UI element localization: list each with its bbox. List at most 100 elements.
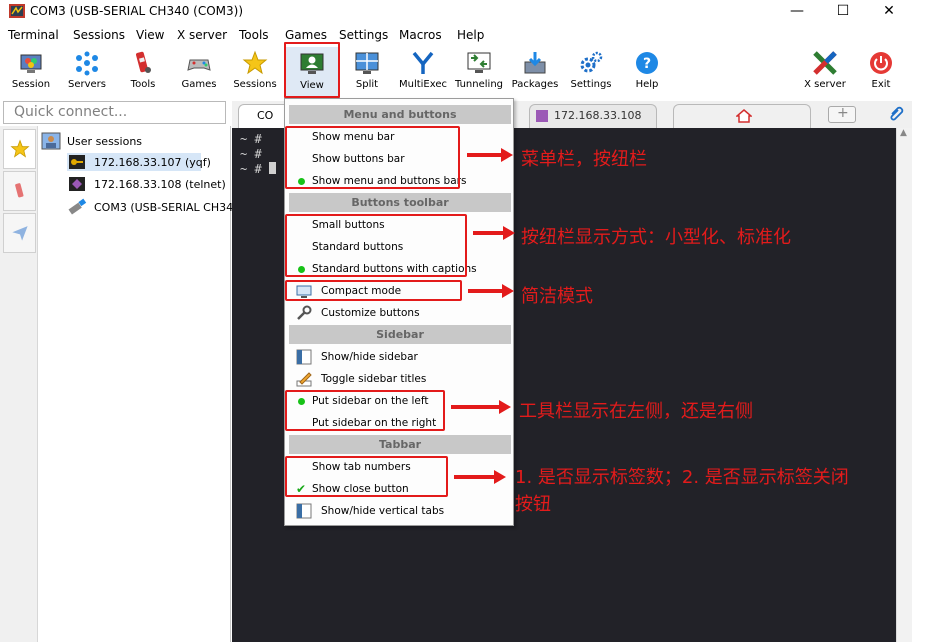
highlight-box-toolbar-style — [285, 214, 467, 277]
menu-item-show-hide-vertical-tabs[interactable]: Show/hide vertical tabs — [285, 500, 513, 522]
terminal-line: ~ # — [240, 147, 262, 161]
sidebar-tab-sessions[interactable] — [3, 129, 36, 169]
tools-button[interactable]: Tools — [115, 46, 171, 98]
scroll-up-icon[interactable]: ▲ — [900, 128, 907, 138]
annotation-toolbar-style: 按纽栏显示方式：小型化、标准化 — [521, 227, 791, 248]
highlight-box-sidebar-position — [285, 390, 445, 431]
tunneling-button[interactable]: Tunneling — [451, 46, 507, 98]
split-icon — [355, 52, 379, 74]
servers-icon — [76, 51, 98, 76]
annotation-compact: 简洁模式 — [521, 286, 593, 307]
menu-item-customize-buttons[interactable]: Customize buttons — [285, 302, 513, 324]
gear-icon — [580, 51, 603, 73]
arrow-icon — [473, 226, 515, 240]
tree-item-session-2[interactable]: 172.168.33.108 (telnet) — [94, 178, 226, 191]
ssh-key-icon — [69, 155, 85, 169]
tunneling-icon — [467, 52, 491, 73]
app-icon — [9, 4, 25, 18]
menu-help[interactable]: Help — [457, 28, 484, 42]
user-sessions-icon — [41, 132, 61, 150]
arrow-icon — [467, 148, 513, 162]
menu-terminal[interactable]: Terminal — [8, 28, 59, 42]
menu-section-sidebar: Sidebar — [289, 325, 511, 344]
multiexec-button[interactable]: MultiExec — [395, 46, 451, 98]
highlight-box-menu-buttons — [285, 126, 460, 189]
tools-icon — [15, 183, 24, 198]
menu-settings[interactable]: Settings — [339, 28, 388, 42]
exit-button[interactable]: Exit — [853, 46, 909, 98]
menu-macros[interactable]: Macros — [399, 28, 442, 42]
send-icon — [12, 226, 28, 241]
menu-view[interactable]: View — [136, 28, 164, 42]
tree-item-session-1[interactable]: 172.168.33.107 (yqf) — [94, 156, 211, 169]
session-icon — [20, 54, 42, 73]
servers-button[interactable]: Servers — [59, 46, 115, 98]
home-icon — [736, 109, 752, 123]
sidebar-tab-sftp[interactable] — [3, 213, 36, 253]
packages-button[interactable]: Packages — [507, 46, 563, 98]
annotation-menu-buttons: 菜单栏，按纽栏 — [521, 149, 647, 170]
arrow-icon — [451, 400, 511, 414]
menu-tools[interactable]: Tools — [239, 28, 269, 42]
close-button[interactable]: ✕ — [866, 0, 912, 24]
tab-telnet[interactable]: 172.168.33.108 (te — [529, 104, 657, 144]
tab-home[interactable] — [673, 104, 811, 128]
menu-games[interactable]: Games — [285, 28, 327, 42]
menu-item-show-hide-sidebar[interactable]: Show/hide sidebar — [285, 346, 513, 368]
terminal-scrollbar[interactable]: ▲ — [896, 128, 912, 642]
games-button[interactable]: Games — [171, 46, 227, 98]
menu-sessions[interactable]: Sessions — [73, 28, 125, 42]
menu-section-buttons-toolbar: Buttons toolbar — [289, 193, 511, 212]
session-button[interactable]: Session — [3, 46, 59, 98]
menu-xserver[interactable]: X server — [177, 28, 227, 42]
highlight-box-tabbar — [285, 456, 448, 497]
terminal-line: ~ # — [240, 132, 262, 146]
sidebar-tab-tools[interactable] — [3, 171, 36, 211]
games-icon — [187, 59, 211, 71]
serial-plug-icon — [68, 198, 87, 215]
annotation-tabbar-line1: 1. 是否显示标签数；2. 是否显示标签关闭 — [515, 467, 849, 488]
multiexec-icon — [412, 51, 434, 74]
help-button[interactable]: ? Help — [619, 46, 675, 98]
tree-item-session-3[interactable]: COM3 (USB-SERIAL CH340 — [94, 201, 240, 214]
arrow-icon — [454, 470, 506, 484]
minimize-button[interactable]: — — [774, 0, 820, 24]
sessions-button[interactable]: Sessions — [227, 46, 283, 98]
settings-button[interactable]: Settings — [563, 46, 619, 98]
star-icon — [242, 50, 268, 75]
vertical-tabs-icon — [296, 503, 312, 519]
sidebar-icon — [296, 349, 312, 365]
toolbar: Session Servers Tools Games Sessions Vie… — [0, 46, 915, 99]
menu-bar: Terminal Sessions View X server Tools Ga… — [0, 24, 915, 46]
quick-connect-input[interactable]: Quick connect... — [3, 101, 226, 124]
tab-active[interactable]: CO — [238, 104, 290, 128]
plus-icon: + — [837, 105, 849, 121]
telnet-icon — [69, 177, 85, 191]
split-button[interactable]: Split — [339, 46, 395, 98]
terminal-cursor — [268, 162, 276, 174]
svg-text:?: ? — [643, 56, 651, 72]
star-icon — [10, 139, 30, 158]
packages-icon — [524, 52, 546, 74]
power-icon — [870, 52, 892, 74]
attachment-icon[interactable] — [888, 105, 904, 123]
arrow-icon — [468, 284, 514, 298]
tools-icon — [135, 51, 151, 73]
menu-section-menu-buttons: Menu and buttons — [289, 105, 511, 124]
title-bar: COM3 (USB-SERIAL CH340 (COM3)) — ☐ ✕ — [0, 0, 915, 24]
maximize-button[interactable]: ☐ — [820, 0, 866, 24]
new-tab-button[interactable]: + — [828, 105, 856, 123]
wrench-icon — [297, 305, 312, 320]
annotation-tabbar-line2: 按钮 — [515, 494, 551, 515]
sidebar-vertical-tabs — [0, 126, 38, 642]
pencil-icon — [296, 372, 312, 387]
menu-section-tabbar: Tabbar — [289, 435, 511, 454]
telnet-icon — [536, 110, 548, 122]
window-title: COM3 (USB-SERIAL CH340 (COM3)) — [30, 4, 244, 18]
highlight-box-compact — [285, 280, 462, 301]
annotation-sidebar-position: 工具栏显示在左侧，还是右侧 — [519, 401, 753, 422]
tree-root-label[interactable]: User sessions — [67, 135, 142, 148]
terminal-line: ~ # — [240, 162, 276, 176]
menu-item-toggle-sidebar-titles[interactable]: Toggle sidebar titles — [285, 368, 513, 390]
xserver-button[interactable]: X server — [797, 46, 853, 98]
